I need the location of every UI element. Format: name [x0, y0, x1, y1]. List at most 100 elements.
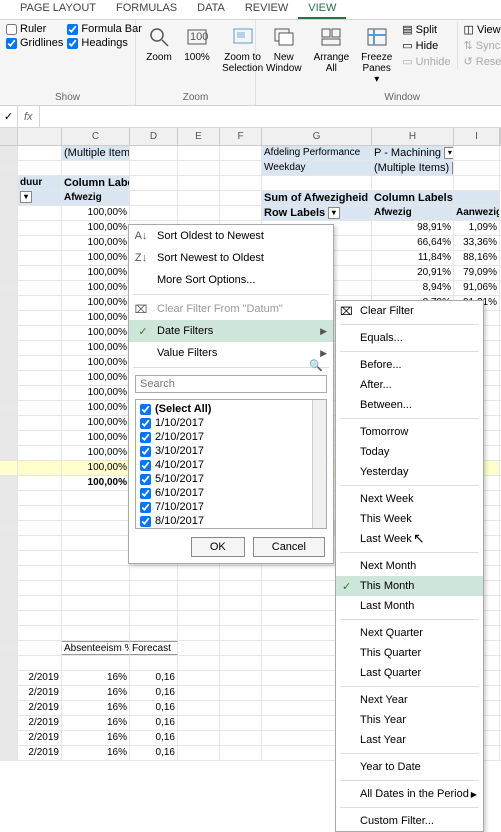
col-header[interactable]: E	[178, 128, 220, 145]
new-window-icon	[271, 24, 297, 50]
col-header[interactable]: G	[262, 128, 372, 145]
view-side-by-side-button[interactable]: ◫View Side by	[462, 22, 501, 37]
tab-formulas[interactable]: FORMULAS	[106, 0, 187, 19]
freeze-panes-button[interactable]: Freeze Panes ▾	[357, 22, 396, 87]
date-checkbox[interactable]: 3/10/2017	[138, 444, 324, 458]
freeze-icon	[364, 24, 390, 50]
all-dates-period-filter[interactable]: All Dates in the Period▶	[336, 784, 483, 804]
gridlines-checkbox[interactable]: Gridlines	[6, 36, 63, 50]
filter-values-list[interactable]: (Select All) 1/10/2017 2/10/2017 3/10/20…	[135, 399, 327, 529]
submenu-arrow-icon: ▶	[320, 326, 327, 337]
today-filter[interactable]: Today	[336, 442, 483, 462]
zoom-100-icon: 100	[184, 24, 210, 50]
this-week-filter[interactable]: This Week	[336, 509, 483, 529]
col-header[interactable]: I	[454, 128, 500, 145]
unhide-button[interactable]: ▭Unhide	[400, 54, 452, 69]
tab-data[interactable]: DATA	[187, 0, 235, 19]
reset-window-button[interactable]: ↺Reset Windo	[462, 54, 501, 69]
tab-page-layout[interactable]: PAGE LAYOUT	[10, 0, 106, 19]
select-all-cell[interactable]	[0, 128, 18, 145]
equals-filter[interactable]: Equals...	[336, 328, 483, 348]
hide-button[interactable]: ▭Hide	[400, 38, 452, 53]
window-group-label: Window	[262, 90, 501, 103]
sort-newest-oldest[interactable]: Z↓Sort Newest to Oldest	[129, 247, 333, 269]
synchronous-scroll-button[interactable]: ⇅Synchrono	[462, 38, 501, 53]
tab-review[interactable]: REVIEW	[235, 0, 298, 19]
date-checkbox[interactable]: 2/10/2017	[138, 430, 324, 444]
filter-icon[interactable]: ▾	[444, 147, 454, 159]
ok-button[interactable]: OK	[191, 537, 245, 557]
next-quarter-filter[interactable]: Next Quarter	[336, 623, 483, 643]
custom-filter[interactable]: Custom Filter...	[336, 811, 483, 831]
value-filters[interactable]: Value Filters▶	[129, 342, 333, 364]
submenu-arrow-icon: ▶	[471, 790, 477, 799]
col-header[interactable]: F	[220, 128, 262, 145]
col-header[interactable]	[18, 128, 62, 145]
check-icon: ✓	[135, 323, 151, 339]
ribbon-body: Ruler Gridlines Formula Bar Headings Sho…	[0, 20, 501, 106]
submenu-arrow-icon: ▶	[320, 348, 327, 359]
tab-view[interactable]: VIEW	[298, 0, 346, 19]
col-header[interactable]: D	[130, 128, 178, 145]
hide-icon: ▭	[402, 39, 412, 52]
search-icon: 🔍	[309, 359, 323, 372]
col-header[interactable]: C	[62, 128, 130, 145]
sort-desc-icon: Z↓	[133, 250, 149, 266]
col-header[interactable]: H	[372, 128, 454, 145]
this-quarter-filter[interactable]: This Quarter	[336, 643, 483, 663]
more-sort-options[interactable]: More Sort Options...	[129, 269, 333, 291]
fx-label[interactable]: fx	[18, 106, 40, 127]
select-all-checkbox[interactable]: (Select All)	[138, 402, 324, 416]
formula-bar-checkbox[interactable]: Formula Bar	[67, 22, 142, 36]
last-month-filter[interactable]: Last Month	[336, 596, 483, 616]
date-checkbox[interactable]: 7/10/2017	[138, 500, 324, 514]
clear-filter-item[interactable]: ⌧Clear Filter	[336, 301, 483, 321]
formula-accept-button[interactable]: ✓	[0, 106, 18, 127]
zoom-icon	[146, 24, 172, 50]
last-year-filter[interactable]: Last Year	[336, 730, 483, 750]
sort-oldest-newest[interactable]: A↓Sort Oldest to Newest	[129, 225, 333, 247]
between-filter[interactable]: Between...	[336, 395, 483, 415]
date-checkbox[interactable]: 1/10/2017	[138, 416, 324, 430]
date-checkbox[interactable]: 6/10/2017	[138, 486, 324, 500]
zoom-group-label: Zoom	[142, 90, 249, 103]
scrollbar[interactable]	[312, 400, 326, 528]
svg-text:100: 100	[190, 31, 208, 43]
zoom-button[interactable]: Zoom	[142, 22, 176, 65]
zoom-100-button[interactable]: 100 100%	[180, 22, 214, 65]
tomorrow-filter[interactable]: Tomorrow	[336, 422, 483, 442]
clear-filter-datum[interactable]: ⌧Clear Filter From "Datum"	[129, 298, 333, 320]
cancel-button[interactable]: Cancel	[253, 537, 325, 557]
next-year-filter[interactable]: Next Year	[336, 690, 483, 710]
date-checkbox[interactable]: 5/10/2017	[138, 472, 324, 486]
sync-icon: ⇅	[464, 39, 473, 52]
date-checkbox[interactable]: 4/10/2017	[138, 458, 324, 472]
arrange-icon	[318, 24, 344, 50]
ruler-checkbox[interactable]: Ruler	[6, 22, 63, 36]
this-month-filter[interactable]: ✓This Month	[336, 576, 483, 596]
zoom-selection-icon	[230, 24, 256, 50]
headings-checkbox[interactable]: Headings	[67, 36, 142, 50]
date-filters-submenu: ⌧Clear Filter Equals... Before... After.…	[335, 300, 484, 832]
before-filter[interactable]: Before...	[336, 355, 483, 375]
after-filter[interactable]: After...	[336, 375, 483, 395]
new-window-button[interactable]: New Window	[262, 22, 306, 76]
last-quarter-filter[interactable]: Last Quarter	[336, 663, 483, 683]
show-group-label: Show	[6, 90, 129, 103]
next-week-filter[interactable]: Next Week	[336, 489, 483, 509]
last-week-filter[interactable]: Last Week	[336, 529, 483, 549]
yesterday-filter[interactable]: Yesterday	[336, 462, 483, 482]
next-month-filter[interactable]: Next Month	[336, 556, 483, 576]
filter-search-input[interactable]	[135, 375, 327, 393]
year-to-date-filter[interactable]: Year to Date	[336, 757, 483, 777]
arrange-all-button[interactable]: Arrange All	[310, 22, 354, 76]
this-year-filter[interactable]: This Year	[336, 710, 483, 730]
filter-icon[interactable]: ▾	[20, 191, 32, 203]
date-checkbox[interactable]: 9/10/2017	[138, 528, 324, 529]
filter-icon[interactable]: ▾	[328, 207, 340, 219]
date-checkbox[interactable]: 8/10/2017	[138, 514, 324, 528]
date-filters[interactable]: ✓Date Filters▶	[129, 320, 333, 342]
split-button[interactable]: ▤Split	[400, 22, 452, 37]
formula-bar: ✓ fx	[0, 106, 501, 128]
reset-icon: ↺	[464, 55, 473, 68]
